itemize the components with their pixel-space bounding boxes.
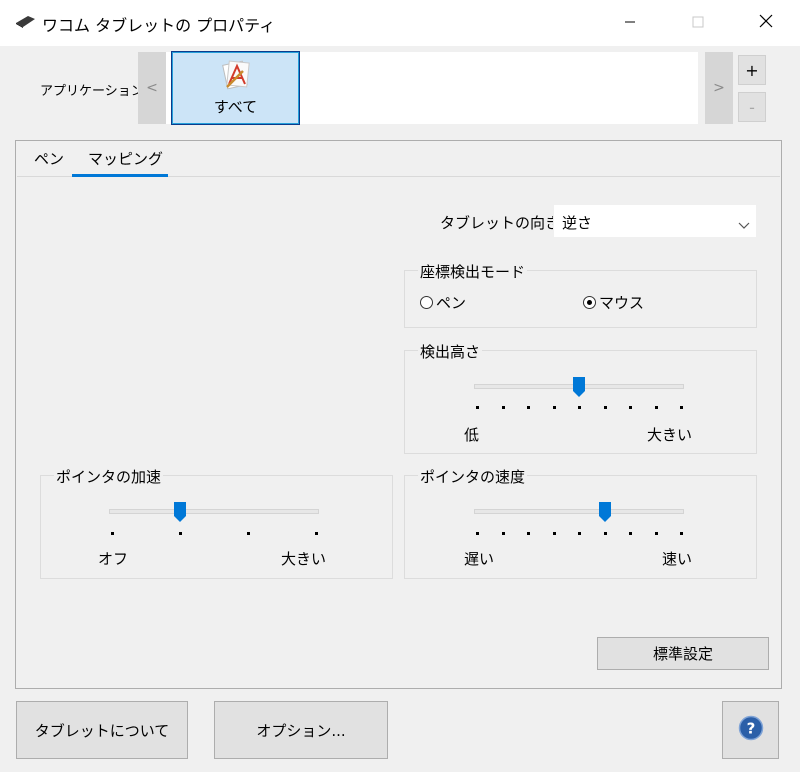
height-tick bbox=[476, 406, 479, 409]
height-tick bbox=[578, 406, 581, 409]
app-tile-label: すべて bbox=[213, 98, 258, 116]
acceleration-tick bbox=[315, 532, 318, 535]
speed-tick bbox=[552, 532, 556, 535]
speed-tick bbox=[629, 532, 632, 535]
acceleration-slider-track[interactable] bbox=[109, 509, 319, 514]
options-button[interactable]: オプション... bbox=[214, 701, 388, 759]
title-bar: ワコム タブレットの プロパティ bbox=[0, 0, 800, 46]
height-tick bbox=[603, 406, 607, 409]
height-group-title: 検出高さ bbox=[418, 341, 483, 362]
speed-tick bbox=[578, 532, 581, 535]
speed-tick bbox=[476, 532, 479, 535]
close-icon bbox=[759, 14, 773, 32]
acceleration-slider-thumb[interactable] bbox=[173, 501, 187, 523]
speed-min-label: 遅い bbox=[464, 550, 495, 568]
speed-tick bbox=[680, 532, 683, 535]
radio-mouse-mode[interactable]: マウス bbox=[583, 292, 644, 313]
acceleration-group: ポインタの加速 bbox=[40, 466, 393, 579]
height-max-label: 大きい bbox=[647, 426, 693, 444]
acceleration-tick bbox=[111, 532, 114, 535]
speed-tick bbox=[501, 532, 505, 535]
orientation-label: タブレットの向き: bbox=[440, 214, 566, 232]
remove-application-button[interactable]: - bbox=[738, 92, 766, 122]
height-min-label: 低 bbox=[464, 426, 480, 444]
height-group: 検出高さ bbox=[404, 341, 757, 454]
applications-label: アプリケーション: bbox=[40, 84, 149, 99]
acceleration-tick bbox=[247, 532, 250, 535]
height-slider-thumb[interactable] bbox=[572, 376, 586, 398]
height-tick bbox=[629, 406, 632, 409]
height-tick bbox=[680, 406, 683, 409]
window-title: ワコム タブレットの プロパティ bbox=[42, 16, 276, 35]
tab-pen[interactable]: ペン bbox=[34, 148, 64, 175]
speed-slider-track[interactable] bbox=[474, 509, 684, 514]
tab-mapping[interactable]: マッピング bbox=[88, 148, 163, 175]
acceleration-tick bbox=[179, 532, 182, 535]
svg-text:?: ? bbox=[746, 720, 755, 738]
height-tick bbox=[527, 406, 530, 409]
minimize-icon bbox=[624, 14, 636, 32]
add-application-button[interactable]: + bbox=[738, 55, 766, 85]
app-next-button[interactable]: > bbox=[705, 52, 733, 124]
acceleration-min-label: オフ bbox=[98, 550, 129, 568]
help-icon: ? bbox=[738, 715, 764, 745]
tab-selected-indicator bbox=[72, 174, 168, 177]
mode-group-title: 座標検出モード bbox=[418, 261, 528, 282]
height-tick bbox=[501, 406, 505, 409]
height-tick bbox=[552, 406, 556, 409]
radio-label: ペン bbox=[436, 294, 467, 312]
help-button[interactable]: ? bbox=[722, 701, 779, 759]
defaults-button[interactable]: 標準設定 bbox=[597, 637, 769, 670]
acceleration-max-label: 大きい bbox=[281, 550, 327, 568]
radio-circle bbox=[420, 296, 433, 309]
app-prev-button[interactable]: < bbox=[138, 52, 166, 124]
close-button[interactable] bbox=[742, 0, 790, 46]
tablet-icon bbox=[14, 15, 36, 29]
app-tile-all[interactable]: すべて bbox=[171, 51, 300, 125]
radio-circle-selected bbox=[583, 296, 596, 309]
orientation-select[interactable]: 逆さ bbox=[553, 204, 757, 238]
radio-label: マウス bbox=[599, 294, 645, 312]
speed-group-title: ポインタの速度 bbox=[418, 466, 528, 487]
height-tick bbox=[654, 406, 658, 409]
orientation-value: 逆さ bbox=[562, 214, 593, 232]
acceleration-group-title: ポインタの加速 bbox=[54, 466, 164, 487]
maximize-icon bbox=[692, 14, 704, 32]
about-tablet-button[interactable]: タブレットについて bbox=[16, 701, 188, 759]
speed-tick bbox=[527, 532, 530, 535]
speed-group: ポインタの速度 bbox=[404, 466, 757, 579]
maximize-button[interactable] bbox=[674, 0, 722, 46]
speed-tick bbox=[654, 532, 658, 535]
minimize-button[interactable] bbox=[606, 0, 654, 46]
speed-slider-thumb[interactable] bbox=[598, 501, 612, 523]
speed-tick bbox=[603, 532, 607, 535]
radio-pen-mode[interactable]: ペン bbox=[420, 292, 466, 313]
speed-max-label: 速い bbox=[662, 550, 693, 568]
chevron-down-icon bbox=[738, 216, 750, 234]
all-apps-icon bbox=[219, 53, 253, 95]
